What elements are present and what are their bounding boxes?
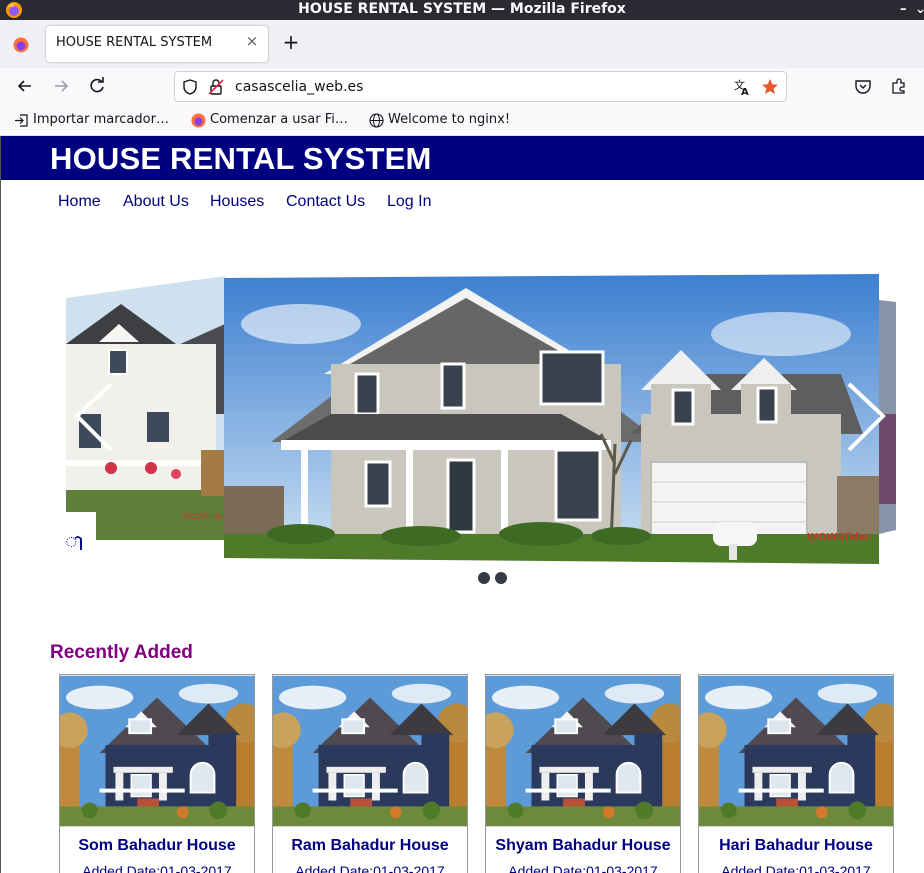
recently-added-heading: Recently Added [50, 642, 193, 663]
bookmark-label: Importar marcador… [33, 112, 169, 127]
house-thumbnail-image[interactable] [60, 675, 254, 827]
minimize-icon[interactable]: – [900, 0, 907, 19]
nav-link-houses[interactable]: Houses [210, 193, 264, 211]
new-tab-icon[interactable]: + [282, 32, 300, 54]
house-card[interactable]: Hari Bahadur House Added Date:01-03-2017 [698, 674, 894, 873]
bookmark-star-icon[interactable] [761, 78, 779, 96]
insecure-lock-icon[interactable] [207, 78, 225, 96]
house-thumbnail-image[interactable] [486, 675, 680, 827]
tab-house-rental[interactable]: HOUSE RENTAL SYSTEM × [46, 26, 268, 62]
slider-dot[interactable] [495, 572, 507, 584]
added-date: Added Date:01-03-2017 [721, 863, 871, 873]
translate-icon[interactable]: 文A [733, 78, 751, 96]
firefox-view-icon[interactable] [12, 36, 30, 54]
house-card[interactable]: Shyam Bahadur House Added Date:01-03-201… [485, 674, 681, 873]
house-name[interactable]: Som Bahadur House [60, 837, 254, 855]
nav-link-about-us[interactable]: About Us [123, 193, 189, 211]
site-title: HOUSE RENTAL SYSTEM [50, 141, 432, 176]
site-header: HOUSE RENTAL SYSTEM [1, 136, 924, 180]
bookmark-label: Comenzar a usar Fi… [210, 112, 348, 127]
navigation-bar: casascelia_web.es 文A [0, 68, 924, 106]
bookmark-import[interactable]: Importar marcador… [14, 112, 169, 127]
slider-dot[interactable] [478, 572, 490, 584]
address-bar[interactable]: casascelia_web.es 文A [174, 71, 787, 102]
pocket-icon[interactable] [853, 76, 873, 96]
added-date: Added Date:01-03-2017 [82, 863, 232, 873]
added-date: Added Date:01-03-2017 [295, 863, 445, 873]
house-card[interactable]: Ram Bahadur House Added Date:01-03-2017 [272, 674, 468, 873]
firefox-icon [191, 113, 206, 128]
house-card[interactable]: Som Bahadur House Added Date:01-03-2017 [59, 674, 255, 873]
tab-strip: HOUSE RENTAL SYSTEM × + [0, 20, 924, 68]
window-title: HOUSE RENTAL SYSTEM — Mozilla Firefox [298, 1, 626, 17]
chevron-down-icon[interactable]: ⌄ [915, 0, 924, 19]
house-thumbnail-image[interactable] [699, 675, 893, 827]
bookmark-getting-started[interactable]: Comenzar a usar Fi… [191, 112, 348, 128]
nav-link-contact-us[interactable]: Contact Us [286, 193, 365, 211]
house-thumbnail-image[interactable] [273, 675, 467, 827]
shield-icon[interactable] [181, 78, 199, 96]
web-page: HOUSE RENTAL SYSTEM Home About Us Houses… [0, 136, 924, 873]
svg-text:A: A [741, 87, 749, 96]
nav-link-log-in[interactable]: Log In [387, 193, 431, 211]
bookmarks-bar: Importar marcador… Comenzar a usar Fi… W… [0, 106, 924, 136]
house-name[interactable]: Ram Bahadur House [273, 837, 467, 855]
svg-text:WOWSlider: WOWSlider [183, 512, 229, 521]
extensions-icon[interactable] [889, 76, 909, 96]
nav-link-home[interactable]: Home [58, 193, 101, 211]
image-slider[interactable]: WOWSlider ា WOWSlider [1, 264, 924, 564]
url-text: casascelia_web.es [235, 79, 364, 95]
slider-watermark: WOWSlider [807, 532, 871, 543]
globe-icon [369, 113, 384, 128]
bookmark-nginx[interactable]: Welcome to nginx! [369, 112, 511, 128]
reload-icon[interactable] [87, 76, 107, 96]
tab-title: HOUSE RENTAL SYSTEM [56, 35, 213, 50]
forward-arrow-icon[interactable] [51, 76, 71, 96]
added-date: Added Date:01-03-2017 [508, 863, 658, 873]
bookmark-label: Welcome to nginx! [388, 112, 511, 127]
current-slide-image: WOWSlider [224, 274, 879, 564]
house-name[interactable]: Hari Bahadur House [699, 837, 893, 855]
import-icon [15, 114, 28, 127]
close-icon[interactable]: × [244, 33, 260, 49]
window-titlebar: HOUSE RENTAL SYSTEM — Mozilla Firefox – … [0, 0, 924, 20]
firefox-logo-icon [6, 2, 22, 18]
house-name[interactable]: Shyam Bahadur House [486, 837, 680, 855]
slide-caption: ា [65, 531, 84, 556]
back-arrow-icon[interactable] [15, 76, 35, 96]
previous-slide-image: WOWSlider [66, 276, 229, 540]
